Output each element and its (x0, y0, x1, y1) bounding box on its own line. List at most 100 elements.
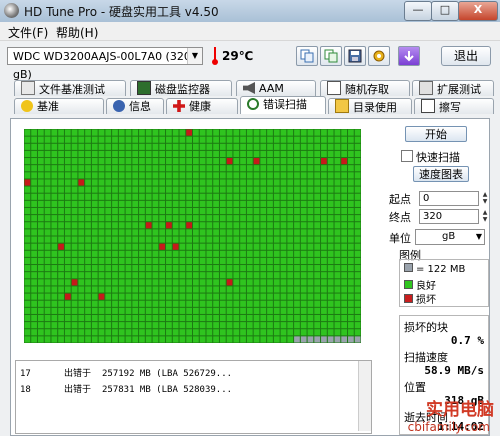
end-spinner[interactable]: ▲ ▼ (481, 209, 489, 224)
tab-aam[interactable]: AAM (236, 80, 316, 96)
block-good (71, 236, 78, 243)
block-good (71, 179, 78, 186)
block-good (118, 150, 125, 158)
block-good (314, 193, 321, 200)
end-input[interactable]: 320 (419, 209, 479, 224)
block-good (199, 250, 206, 257)
tab-erase[interactable]: 擦写 (414, 98, 494, 114)
block-good (152, 300, 159, 307)
exit-button[interactable]: 退出 (441, 46, 491, 66)
block-good (112, 207, 118, 215)
tab-error-scan[interactable]: 错误扫描 (240, 96, 326, 114)
drive-select[interactable]: WDC WD3200AAJS-00L7A0 (320 gB) ▼ (7, 47, 203, 81)
block-good (145, 279, 152, 286)
block-good (159, 272, 166, 279)
block-good (186, 215, 192, 222)
tab-info[interactable]: 信息 (106, 98, 164, 114)
block-good (166, 293, 172, 300)
block-good (85, 229, 91, 236)
block-good (166, 143, 172, 150)
block-good (348, 215, 354, 222)
tab-extra-tests[interactable]: 扩展测试 (412, 80, 494, 96)
close-button[interactable]: X (458, 1, 498, 21)
tab-file-benchmark[interactable]: 文件基准测试 (14, 80, 126, 96)
block-good (31, 293, 37, 300)
block-damaged (24, 179, 31, 186)
block-good (125, 243, 132, 250)
block-good (341, 243, 348, 250)
block-good (85, 243, 91, 250)
block-good (44, 136, 51, 143)
block-good (246, 215, 253, 222)
block-good (31, 158, 37, 165)
block-good (31, 257, 37, 265)
block-good (260, 314, 267, 322)
tab-folder-usage[interactable]: 目录使用 (328, 98, 412, 114)
tab-random-access[interactable]: 随机存取 (320, 80, 410, 96)
download-button[interactable] (398, 46, 420, 66)
minimize-button[interactable]: — (404, 1, 432, 21)
block-damaged (166, 222, 172, 229)
block-good (145, 207, 152, 215)
block-good (294, 286, 300, 293)
error-log-list[interactable]: 17 出错于 257192 MB (LBA 526729... 18 出错于 25783… (15, 360, 372, 434)
block-good (219, 265, 226, 272)
log-scrollbar[interactable] (358, 361, 371, 431)
block-good (78, 129, 85, 136)
block-good (300, 186, 307, 193)
start-button[interactable]: 开始 (405, 126, 467, 142)
block-good (145, 250, 152, 257)
block-good (354, 229, 361, 236)
menu-file[interactable]: 文件(F) (8, 24, 48, 41)
block-good (152, 272, 159, 279)
block-good (348, 229, 354, 236)
block-good (334, 300, 341, 307)
block-good (260, 165, 267, 172)
block-good (112, 314, 118, 322)
tab-health[interactable]: 健康 (166, 98, 238, 114)
unit-select[interactable]: gB ▼ (415, 229, 485, 245)
monitor-icon (137, 81, 151, 95)
block-good (159, 300, 166, 307)
menu-help[interactable]: 帮助(H) (56, 24, 98, 41)
block-good (64, 322, 71, 329)
speed-map-button[interactable]: 速度图表 (413, 166, 469, 182)
block-good (152, 179, 159, 186)
maximize-button[interactable]: □ (431, 1, 459, 21)
end-label: 终点 (389, 211, 411, 224)
start-input[interactable]: 0 (419, 191, 479, 206)
block-good (166, 300, 172, 307)
block-good (240, 336, 246, 343)
copy-all-icon (324, 49, 338, 63)
block-good (37, 136, 44, 143)
block-good (246, 143, 253, 150)
block-good (240, 215, 246, 222)
block-good (159, 129, 166, 136)
tab-benchmark[interactable]: 基准 (14, 98, 104, 114)
copy-all-button[interactable] (320, 46, 342, 66)
block-good (294, 293, 300, 300)
block-good (159, 229, 166, 236)
block-good (64, 193, 71, 200)
block-good (78, 207, 85, 215)
save-button[interactable] (344, 46, 366, 66)
block-good (354, 193, 361, 200)
block-good (125, 300, 132, 307)
block-good (132, 143, 139, 150)
block-good (314, 243, 321, 250)
block-good (233, 243, 240, 250)
block-good (267, 143, 273, 150)
options-button[interactable] (368, 46, 390, 66)
block-good (199, 322, 206, 329)
menu-bar: 文件(F) 帮助(H) (0, 22, 500, 41)
block-good (71, 243, 78, 250)
start-spinner[interactable]: ▲ ▼ (481, 191, 489, 206)
copy-button[interactable] (296, 46, 318, 66)
block-good (219, 300, 226, 307)
quick-scan-checkbox[interactable]: 快速扫描 (401, 149, 460, 165)
block-good (280, 293, 287, 300)
tab-disk-monitor[interactable]: 磁盘监控器 (130, 80, 232, 96)
block-good (321, 222, 327, 229)
block-good (31, 143, 37, 150)
block-good (354, 300, 361, 307)
